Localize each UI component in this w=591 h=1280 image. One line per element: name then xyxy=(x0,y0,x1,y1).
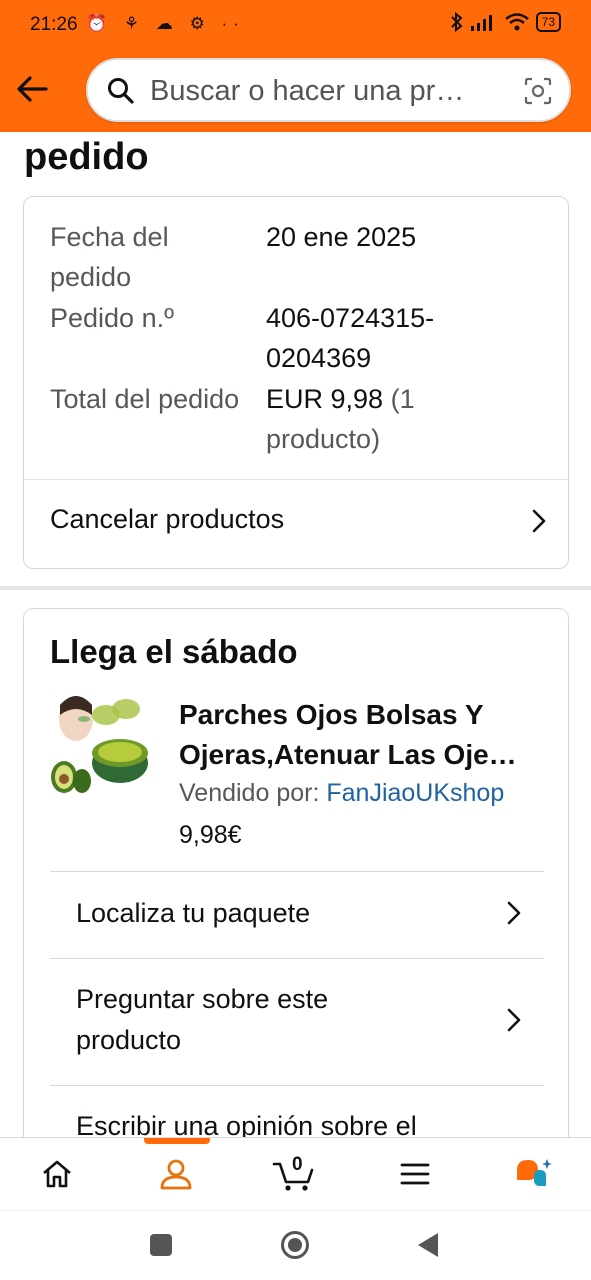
order-total-amount: EUR 9,98 xyxy=(266,384,384,414)
section-separator xyxy=(0,586,591,590)
track-package-label: Localiza tu paquete xyxy=(76,898,311,928)
seller-link[interactable]: FanJiaoUKshop xyxy=(326,779,504,807)
arrival-heading: Llega el sábado xyxy=(50,633,298,670)
chevron-right-icon xyxy=(532,509,546,533)
write-review-label: Escribir una opinión sobre el xyxy=(76,1111,417,1137)
bluetooth-icon xyxy=(450,12,463,32)
product-title-line-2: Ojeras,Atenuar Las Oje… xyxy=(179,739,517,770)
order-date-label: Fecha del pedido xyxy=(50,222,169,292)
divider xyxy=(24,479,568,480)
home-icon[interactable] xyxy=(39,1156,75,1192)
divider xyxy=(50,1085,544,1086)
order-summary-card: Fecha del pedido 20 ene 2025 Pedido n.º … xyxy=(23,196,569,569)
order-number-value: 406-0724315-0204369 xyxy=(266,303,435,373)
product-image[interactable] xyxy=(48,689,152,799)
signal-icon xyxy=(470,15,492,31)
seller-info: Vendido por: FanJiaoUKshop xyxy=(179,779,504,808)
divider xyxy=(50,958,544,959)
order-total-label: Total del pedido xyxy=(50,384,240,414)
product-price: 9,98€ xyxy=(179,821,242,849)
order-number-label: Pedido n.º xyxy=(50,303,174,333)
product-title[interactable]: Parches Ojos Bolsas Y Ojeras,Atenuar Las… xyxy=(179,695,549,775)
back-triangle-icon[interactable] xyxy=(416,1231,442,1259)
search-bar[interactable]: Buscar o hacer una pr… xyxy=(86,58,571,122)
cancel-products-label: Cancelar productos xyxy=(50,504,285,534)
recent-apps-icon[interactable] xyxy=(149,1233,173,1257)
system-status-icons: 73 xyxy=(450,12,561,32)
assistant-chat-icon[interactable] xyxy=(514,1156,554,1192)
order-details-content: pedido Fecha del pedido 20 ene 2025 Pedi… xyxy=(0,132,591,1137)
shipment-card: Llega el sábado Parches Ojos Bolsas Y Oj… xyxy=(23,608,569,1137)
camera-search-icon[interactable] xyxy=(523,76,553,106)
ask-product-label: Preguntar sobre este producto xyxy=(76,984,329,1055)
cart-count-badge: 0 xyxy=(292,1154,303,1175)
wifi-icon xyxy=(504,13,529,31)
chevron-right-icon xyxy=(507,901,521,925)
page-title: pedido xyxy=(24,136,149,178)
account-icon[interactable] xyxy=(158,1156,194,1192)
status-time: 21:26 xyxy=(30,14,78,35)
app-header: 21:26 ⏰ ⚘ ☁ ⚙ ·· 73 Buscar o hacer una p… xyxy=(0,0,591,132)
active-tab-indicator xyxy=(144,1138,210,1144)
back-arrow-icon[interactable] xyxy=(14,70,52,108)
home-circle-icon[interactable] xyxy=(280,1230,310,1260)
search-input[interactable]: Buscar o hacer una pr… xyxy=(150,75,500,108)
search-icon xyxy=(108,78,134,104)
chevron-right-icon xyxy=(507,1008,521,1032)
product-title-line-1: Parches Ojos Bolsas Y xyxy=(179,699,484,730)
divider xyxy=(50,871,544,872)
battery-indicator: 73 xyxy=(535,12,561,32)
menu-icon[interactable] xyxy=(397,1156,433,1192)
status-bar: 21:26 ⏰ ⚘ ☁ ⚙ ·· 73 xyxy=(0,0,591,52)
order-date-value: 20 ene 2025 xyxy=(266,222,417,252)
seller-label: Vendido por: xyxy=(179,779,320,807)
bottom-navigation: 0 xyxy=(0,1137,591,1210)
order-total-value: EUR 9,98 (1 producto) xyxy=(266,379,456,459)
system-navigation-bar xyxy=(0,1210,591,1280)
notification-icons: ⏰ ⚘ ☁ ⚙ ·· xyxy=(86,14,245,33)
